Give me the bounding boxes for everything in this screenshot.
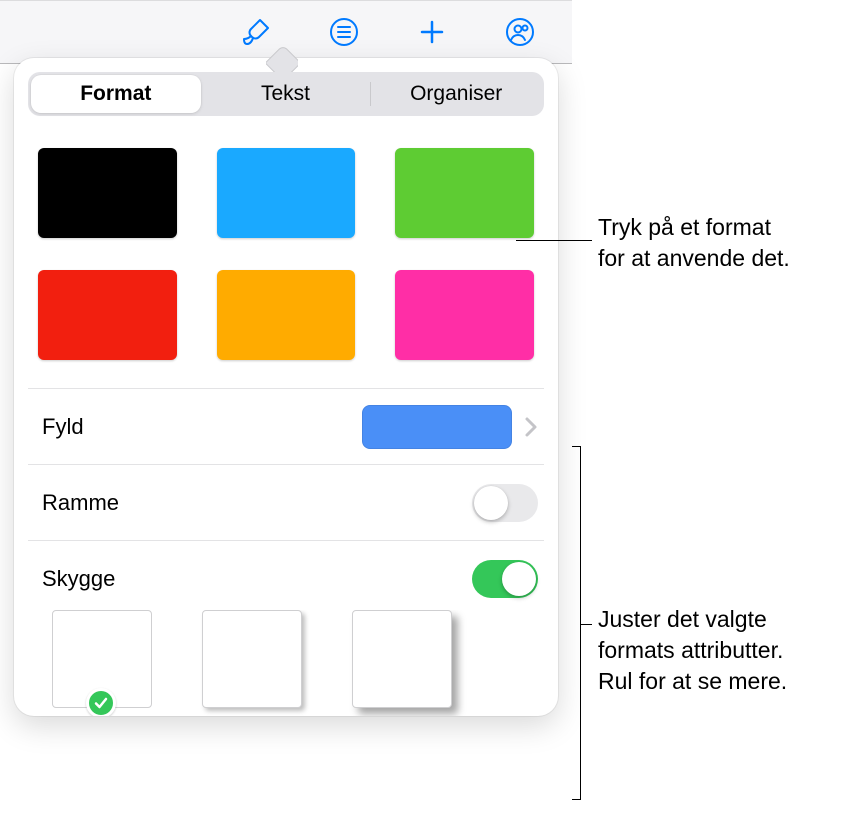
callout-style-hint: Tryk på et format for at anvende det.	[598, 212, 848, 274]
tab-organize-label: Organiser	[410, 82, 502, 106]
collaborate-icon[interactable]	[500, 12, 540, 52]
shadow-label: Skygge	[42, 566, 115, 592]
callout-bracket-bottom	[572, 799, 580, 800]
add-icon[interactable]	[412, 12, 452, 52]
tab-text-label: Tekst	[261, 82, 310, 106]
selected-check-icon	[86, 688, 116, 716]
fill-color-swatch[interactable]	[362, 405, 512, 449]
border-toggle[interactable]	[472, 484, 538, 522]
shadow-row: Skygge	[28, 540, 544, 616]
tab-format[interactable]: Format	[31, 75, 201, 113]
style-swatch-blue[interactable]	[217, 148, 356, 238]
list-icon[interactable]	[324, 12, 364, 52]
fill-label: Fyld	[42, 414, 84, 440]
shadow-preset-strong[interactable]	[352, 610, 452, 716]
style-swatch-red[interactable]	[38, 270, 177, 360]
callout-attributes-hint: Juster det valgte formats attributter. R…	[598, 604, 848, 697]
style-swatch-magenta[interactable]	[395, 270, 534, 360]
callout-leader-2	[580, 624, 592, 625]
shadow-preset-soft[interactable]	[202, 610, 302, 716]
callout-bracket-top	[572, 446, 580, 447]
style-swatch-green[interactable]	[395, 148, 534, 238]
shadow-toggle[interactable]	[472, 560, 538, 598]
toggle-knob	[502, 562, 536, 596]
callout-bracket	[580, 446, 581, 800]
style-swatch-black[interactable]	[38, 148, 177, 238]
popover-tabs: Format Tekst Organiser	[28, 72, 544, 116]
fill-row[interactable]: Fyld	[28, 388, 544, 464]
popover-arrow	[266, 42, 298, 74]
tab-text[interactable]: Tekst	[201, 75, 371, 113]
border-row: Ramme	[28, 464, 544, 540]
toggle-knob	[474, 486, 508, 520]
style-swatch-orange[interactable]	[217, 270, 356, 360]
callout-leader	[516, 240, 592, 241]
tab-format-label: Format	[80, 82, 151, 106]
shadow-preset-none[interactable]	[52, 610, 152, 716]
chevron-right-icon	[524, 415, 538, 439]
style-swatch-grid	[28, 116, 544, 388]
border-label: Ramme	[42, 490, 119, 516]
format-popover: Format Tekst Organiser Fyld	[14, 58, 558, 716]
tab-organize[interactable]: Organiser	[371, 75, 541, 113]
shadow-presets	[28, 610, 544, 716]
